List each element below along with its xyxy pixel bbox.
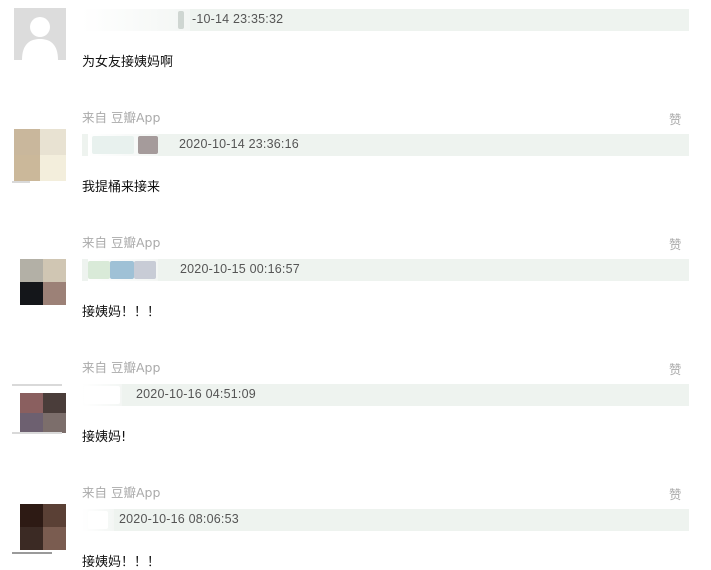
comment-source: 来自 豆瓣App bbox=[82, 110, 161, 125]
comment-header: 2020-10-16 08:06:53 bbox=[82, 509, 689, 531]
like-button[interactable]: 赞 bbox=[669, 234, 682, 253]
pixelated-avatar[interactable] bbox=[20, 259, 66, 305]
blurred-username[interactable] bbox=[88, 259, 158, 281]
blurred-username[interactable] bbox=[82, 9, 190, 31]
comment-header: 2020-10-15 00:16:57 bbox=[82, 259, 689, 281]
blurred-username[interactable] bbox=[82, 384, 122, 406]
comment-timestamp: 2020-10-15 00:16:57 bbox=[180, 262, 300, 276]
like-button[interactable]: 赞 bbox=[669, 109, 682, 128]
blurred-username[interactable] bbox=[88, 134, 158, 156]
comment-header: 2020-10-16 04:51:09 bbox=[82, 384, 689, 406]
like-button[interactable]: 赞 bbox=[669, 359, 682, 378]
comment-source: 来自 豆瓣App bbox=[82, 485, 161, 500]
pixelated-avatar[interactable] bbox=[14, 129, 66, 181]
comment-timestamp: -10-14 23:35:32 bbox=[192, 12, 284, 26]
default-user-avatar-icon[interactable] bbox=[14, 8, 66, 60]
comment-text: 接姨妈！！！ bbox=[82, 305, 161, 320]
comment-timestamp: 2020-10-16 04:51:09 bbox=[136, 387, 256, 401]
like-button[interactable]: 赞 bbox=[669, 484, 682, 503]
comment-text: 为女友接姨妈啊 bbox=[82, 55, 174, 70]
comment-header: -10-14 23:35:32 bbox=[82, 9, 689, 31]
comment-text: 接姨妈！！！ bbox=[82, 555, 161, 570]
comment-source: 来自 豆瓣App bbox=[82, 235, 161, 250]
comment-timestamp: 2020-10-14 23:36:16 bbox=[179, 137, 299, 151]
comment-timestamp: 2020-10-16 08:06:53 bbox=[119, 512, 239, 526]
comment-header: 2020-10-14 23:36:16 bbox=[82, 134, 689, 156]
comment-text: 我提桶来接来 bbox=[82, 180, 161, 195]
comment-source: 来自 豆瓣App bbox=[82, 360, 161, 375]
pixelated-avatar[interactable] bbox=[20, 393, 66, 433]
pixelated-avatar[interactable] bbox=[20, 504, 66, 550]
comment-text: 接姨妈! bbox=[82, 430, 127, 445]
blurred-username[interactable] bbox=[82, 509, 114, 531]
